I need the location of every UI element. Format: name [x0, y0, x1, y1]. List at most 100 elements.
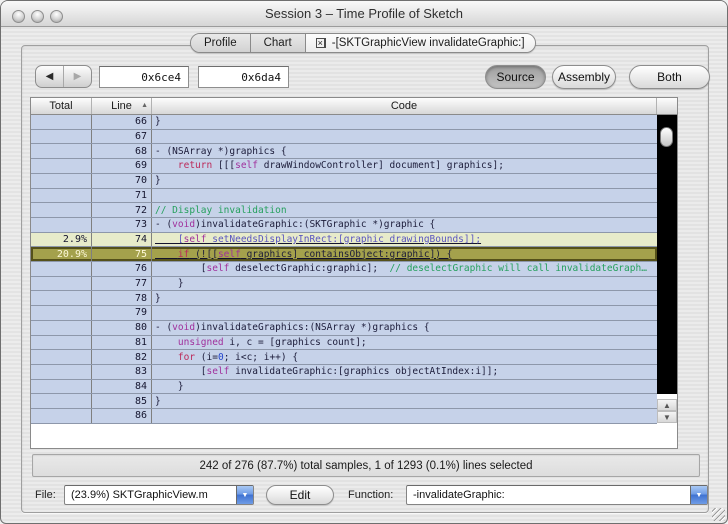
code-cell: if (![[self graphics] containsObject:gra… [177, 248, 453, 260]
tab-function-view[interactable]: × -[SKTGraphicView invalidateGraphic:] [305, 34, 535, 52]
table-row-line-66[interactable]: 66} [31, 115, 657, 130]
code-cell [152, 306, 657, 320]
line-number-cell: 77 [92, 276, 152, 291]
table-row-line-71[interactable]: 71 [31, 188, 657, 204]
table-row-line-73[interactable]: 73- (void)invalidateGraphic:(SKTGraphic … [31, 217, 657, 233]
table-row-line-75[interactable]: 20.9% 75 if (![[self graphics] containsOb… [31, 247, 657, 263]
scrollbar-thumb[interactable] [660, 127, 673, 147]
function-popup-arrow-icon[interactable]: ▼ [690, 486, 707, 504]
line-number-cell: 75 [92, 247, 152, 262]
line-number-cell: 79 [92, 306, 152, 320]
line-number-cell: 85 [92, 394, 152, 409]
code-cell: [self setNeedsDisplayInRect:[graphic dra… [155, 233, 482, 245]
table-row-line-81[interactable]: 81 unsigned i, c = [graphics count]; [31, 335, 657, 351]
function-popup[interactable]: -invalidateGraphic: ▼ [406, 485, 708, 505]
resize-grip[interactable] [712, 508, 725, 521]
code-cell: return [[[self drawWindowController] doc… [177, 160, 504, 172]
line-number-cell: 69 [92, 159, 152, 173]
tab-label: Chart [263, 37, 292, 49]
file-popup[interactable]: (23.9%) SKTGraphicView.m ▼ [64, 485, 254, 505]
column-header-stub [657, 98, 675, 114]
both-view-button[interactable]: Both [629, 65, 710, 89]
edit-button[interactable]: Edit [266, 485, 334, 505]
total-cell [31, 144, 92, 159]
title-bar: Session 3 – Time Profile of Sketch [1, 1, 727, 27]
table-header: Total Line ▲ Code [31, 98, 677, 115]
close-tab-icon[interactable]: × [315, 38, 326, 48]
line-number-cell: 70 [92, 173, 152, 188]
total-cell [31, 291, 92, 306]
function-label: Function: [348, 489, 394, 501]
code-cell: } [155, 116, 161, 128]
table-row-line-72[interactable]: 72// Display invalidation [31, 203, 657, 218]
function-popup-value: -invalidateGraphic: [413, 489, 505, 501]
table-row-line-76[interactable]: 76 [self deselectGraphic:graphic]; // de… [31, 262, 657, 277]
column-header-total[interactable]: Total [31, 98, 92, 114]
code-cell: } [155, 175, 161, 187]
tab-profile[interactable]: Profile [191, 34, 251, 52]
sort-ascending-icon: ▲ [141, 102, 148, 109]
source-view-button[interactable]: Source [485, 65, 546, 89]
code-cell: - (void)invalidateGraphics:(NSArray *)gr… [155, 322, 430, 334]
line-number-cell: 72 [92, 203, 152, 217]
scrollbar-track[interactable] [657, 115, 677, 394]
table-row-line-82[interactable]: 82 for (i= 0; i<c; i++) { [31, 350, 657, 365]
forward-button[interactable]: ▶ [64, 66, 91, 87]
line-number-cell: 83 [92, 364, 152, 379]
address-end-field[interactable] [198, 66, 289, 88]
total-cell [31, 129, 92, 144]
code-table-body: 66} 67 68- (NSArray *)graphics {69 return … [31, 115, 657, 424]
column-header-line[interactable]: Line ▲ [92, 98, 152, 114]
total-cell [31, 394, 92, 409]
total-cell [31, 203, 92, 217]
table-row-line-84[interactable]: 84 } [31, 379, 657, 395]
table-row-line-74[interactable]: 2.9% 74 [self setNeedsDisplayInRect:[grap… [31, 232, 657, 248]
back-icon: ◀ [45, 71, 54, 82]
code-cell [152, 409, 657, 423]
status-bar: 242 of 276 (87.7%) total samples, 1 of 1… [32, 454, 700, 477]
code-cell: // Display invalidation [155, 204, 287, 216]
back-button[interactable]: ◀ [36, 66, 64, 87]
address-start-field[interactable] [99, 66, 189, 88]
assembly-view-button[interactable]: Assembly [552, 65, 616, 89]
table-row-line-83[interactable]: 83 [self invalidateGraphic:[graphics obj… [31, 364, 657, 380]
total-cell [31, 306, 92, 320]
line-number-cell: 67 [92, 129, 152, 144]
line-number-cell: 66 [92, 115, 152, 129]
table-row-line-78[interactable]: 78} [31, 291, 657, 307]
total-cell [31, 335, 92, 350]
table-row-line-70[interactable]: 70} [31, 173, 657, 189]
total-cell [31, 276, 92, 291]
code-cell: for (i= 0; i<c; i++) { [177, 351, 299, 363]
table-row-line-68[interactable]: 68- (NSArray *)graphics { [31, 144, 657, 160]
content-panel: ◀ ▶ Source Assembly Both Total Line ▲ Co… [21, 45, 710, 513]
line-number-cell: 78 [92, 291, 152, 306]
table-row-line-85[interactable]: 85} [31, 394, 657, 410]
scroll-down-icon: ▼ [663, 412, 671, 422]
file-popup-value: (23.9%) SKTGraphicView.m [71, 489, 208, 501]
scroll-down-button[interactable]: ▼ [657, 411, 677, 423]
code-cell [152, 189, 657, 203]
table-row-line-80[interactable]: 80- (void)invalidateGraphics:(NSArray *)… [31, 320, 657, 336]
table-scrollbar: ▲ ▼ [657, 115, 677, 448]
table-row-line-77[interactable]: 77 } [31, 276, 657, 292]
table-row-line-79[interactable]: 79 [31, 306, 657, 321]
code-cell: [self deselectGraphic:graphic]; // desel… [155, 263, 647, 275]
code-cell [152, 130, 657, 144]
code-table: Total Line ▲ Code 66} 67 68- (NSArray *)gr… [30, 97, 678, 449]
file-popup-arrow-icon[interactable]: ▼ [236, 486, 253, 504]
code-cell: [self invalidateGraphic:[graphics object… [155, 366, 499, 378]
line-number-cell: 86 [92, 409, 152, 423]
total-cell [31, 262, 92, 276]
column-header-code[interactable]: Code [152, 98, 657, 114]
table-row-line-67[interactable]: 67 [31, 129, 657, 145]
table-row-line-69[interactable]: 69 return [[[self drawWindowController] … [31, 159, 657, 174]
tab-chart[interactable]: Chart [250, 34, 306, 52]
scroll-up-button[interactable]: ▲ [657, 399, 677, 411]
scrollbar-arrows: ▲ ▼ [657, 399, 677, 423]
table-row-line-86[interactable]: 86 [31, 409, 657, 424]
code-cell: - (void)invalidateGraphic:(SKTGraphic *)… [155, 219, 436, 231]
line-number-cell: 74 [92, 232, 152, 247]
total-cell [31, 159, 92, 173]
line-number-cell: 73 [92, 217, 152, 232]
